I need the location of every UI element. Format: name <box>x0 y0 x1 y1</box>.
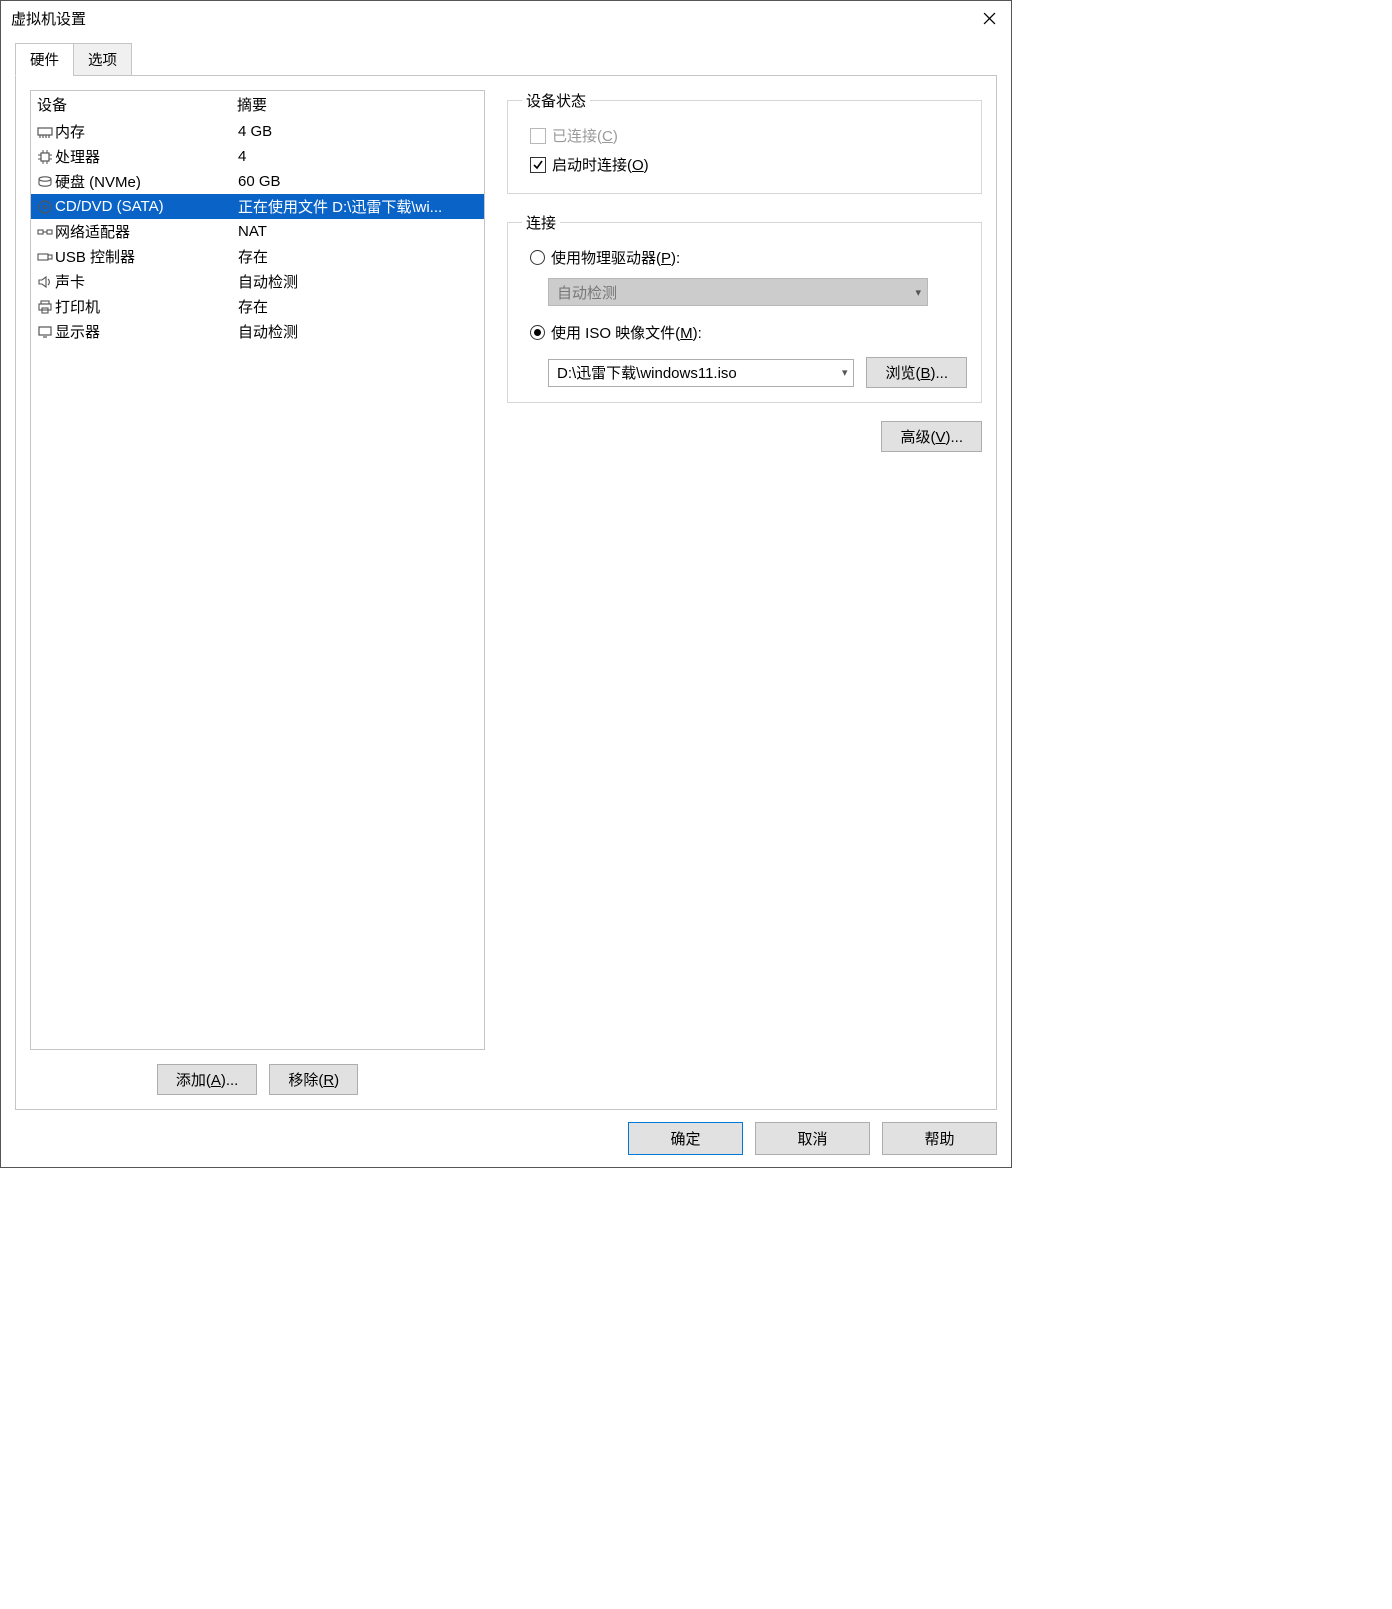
device-summary: NAT <box>238 223 484 240</box>
device-summary: 4 <box>238 148 484 165</box>
device-name: 处理器 <box>55 146 238 167</box>
usb-icon <box>35 248 55 266</box>
device-row[interactable]: 网络适配器NAT <box>31 219 484 244</box>
tab-options[interactable]: 选项 <box>73 43 132 76</box>
add-button[interactable]: 添加(A)... <box>157 1064 258 1095</box>
combo-iso-path[interactable]: D:\迅雷下载\windows11.iso ▾ <box>548 359 854 387</box>
header-device: 设备 <box>37 94 237 115</box>
group-device-status: 设备状态 已连接(C) 启动时连接(O) <box>507 90 982 194</box>
device-name: 内存 <box>55 121 238 142</box>
device-summary: 4 GB <box>238 123 484 140</box>
help-button[interactable]: 帮助 <box>882 1122 997 1155</box>
cancel-button[interactable]: 取消 <box>755 1122 870 1155</box>
window-title: 虚拟机设置 <box>11 8 86 29</box>
radio-physical-drive[interactable]: 使用物理驱动器(P): <box>522 243 967 272</box>
memory-icon <box>35 123 55 141</box>
device-name: CD/DVD (SATA) <box>55 198 238 215</box>
cpu-icon <box>35 148 55 166</box>
checkbox-connect-at-poweron[interactable]: 启动时连接(O) <box>522 150 967 179</box>
device-name: 显示器 <box>55 321 238 342</box>
tab-hardware[interactable]: 硬件 <box>15 43 74 76</box>
legend-status: 设备状态 <box>522 90 590 111</box>
device-name: USB 控制器 <box>55 246 238 267</box>
dropdown-physical-drive: 自动检测 ▾ <box>548 278 928 306</box>
device-summary: 自动检测 <box>238 321 484 342</box>
device-name: 打印机 <box>55 296 238 317</box>
device-row[interactable]: CD/DVD (SATA)正在使用文件 D:\迅雷下载\wi... <box>31 194 484 219</box>
cddvd-icon <box>35 198 55 216</box>
checkbox-connected: 已连接(C) <box>522 121 967 150</box>
advanced-button[interactable]: 高级(V)... <box>881 421 982 452</box>
sound-icon <box>35 273 55 291</box>
radio-icon <box>530 250 545 265</box>
remove-button[interactable]: 移除(R) <box>269 1064 358 1095</box>
device-row[interactable]: USB 控制器存在 <box>31 244 484 269</box>
device-name: 网络适配器 <box>55 221 238 242</box>
device-row[interactable]: 硬盘 (NVMe)60 GB <box>31 169 484 194</box>
device-summary: 60 GB <box>238 173 484 190</box>
checkbox-icon <box>530 157 546 173</box>
ok-button[interactable]: 确定 <box>628 1122 743 1155</box>
network-icon <box>35 223 55 241</box>
header-summary: 摘要 <box>237 94 267 115</box>
chevron-down-icon: ▾ <box>915 286 921 299</box>
printer-icon <box>35 298 55 316</box>
device-row[interactable]: 处理器4 <box>31 144 484 169</box>
radio-iso-file[interactable]: 使用 ISO 映像文件(M): <box>522 318 967 347</box>
radio-icon <box>530 325 545 340</box>
footer-buttons: 确定 取消 帮助 <box>1 1110 1011 1167</box>
pane-hardware: 设备 摘要 内存4 GB处理器4硬盘 (NVMe)60 GBCD/DVD (SA… <box>15 75 997 1110</box>
tabs: 硬件 选项 <box>15 43 997 76</box>
device-name: 硬盘 (NVMe) <box>55 171 238 192</box>
device-summary: 正在使用文件 D:\迅雷下载\wi... <box>238 196 484 217</box>
device-list-header: 设备 摘要 <box>31 91 484 119</box>
device-row[interactable]: 打印机存在 <box>31 294 484 319</box>
device-row[interactable]: 显示器自动检测 <box>31 319 484 344</box>
chevron-down-icon: ▾ <box>842 366 848 379</box>
close-icon[interactable] <box>975 7 1003 29</box>
disk-icon <box>35 173 55 191</box>
group-connection: 连接 使用物理驱动器(P): 自动检测 ▾ 使用 ISO 映像文件(M): <box>507 212 982 403</box>
device-row[interactable]: 内存4 GB <box>31 119 484 144</box>
legend-connection: 连接 <box>522 212 560 233</box>
device-summary: 自动检测 <box>238 271 484 292</box>
device-name: 声卡 <box>55 271 238 292</box>
device-list: 设备 摘要 内存4 GB处理器4硬盘 (NVMe)60 GBCD/DVD (SA… <box>30 90 485 1050</box>
titlebar: 虚拟机设置 <box>1 1 1011 35</box>
device-row[interactable]: 声卡自动检测 <box>31 269 484 294</box>
device-summary: 存在 <box>238 296 484 317</box>
checkbox-icon <box>530 128 546 144</box>
display-icon <box>35 323 55 341</box>
device-summary: 存在 <box>238 246 484 267</box>
browse-button[interactable]: 浏览(B)... <box>866 357 967 388</box>
